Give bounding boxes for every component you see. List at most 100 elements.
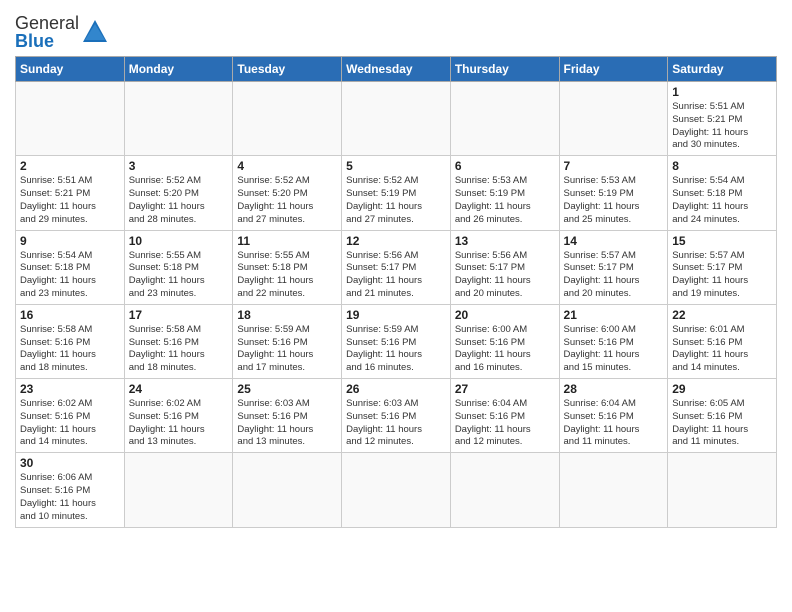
day-info: Sunrise: 6:03 AM Sunset: 5:16 PM Dayligh… [346, 398, 446, 449]
day-cell [233, 82, 342, 156]
day-cell [342, 453, 451, 527]
day-cell: 9 Sunrise: 5:54 AM Sunset: 5:18 PM Daylig… [16, 230, 125, 304]
week-row-6: 30 Sunrise: 6:06 AM Sunset: 5:16 PM Dayli… [16, 453, 777, 527]
day-info: Sunrise: 5:56 AM Sunset: 5:17 PM Dayligh… [346, 250, 446, 301]
day-number: 5 [346, 159, 446, 173]
week-row-5: 23 Sunrise: 6:02 AM Sunset: 5:16 PM Dayli… [16, 379, 777, 453]
day-cell [342, 82, 451, 156]
day-number: 1 [672, 85, 772, 99]
day-cell: 28Sunrise: 6:04 AM Sunset: 5:16 PM Dayli… [559, 379, 668, 453]
day-info: Sunrise: 5:53 AM Sunset: 5:19 PM Dayligh… [564, 175, 664, 226]
day-number: 3 [129, 159, 229, 173]
header-row: SundayMondayTuesdayWednesdayThursdayFrid… [16, 57, 777, 82]
day-info: Sunrise: 6:04 AM Sunset: 5:16 PM Dayligh… [564, 398, 664, 449]
day-info: Sunrise: 6:00 AM Sunset: 5:16 PM Dayligh… [455, 324, 555, 375]
header-day-saturday: Saturday [668, 57, 777, 82]
day-info: Sunrise: 5:57 AM Sunset: 5:17 PM Dayligh… [672, 250, 772, 301]
day-cell: 20 Sunrise: 6:00 AM Sunset: 5:16 PM Dayli… [450, 304, 559, 378]
week-row-3: 9 Sunrise: 5:54 AM Sunset: 5:18 PM Daylig… [16, 230, 777, 304]
day-number: 18 [237, 308, 337, 322]
day-cell: 1 Sunrise: 5:51 AM Sunset: 5:21 PM Daylig… [668, 82, 777, 156]
day-cell: 21 Sunrise: 6:00 AM Sunset: 5:16 PM Dayli… [559, 304, 668, 378]
logo-general: General [15, 13, 79, 33]
header-day-monday: Monday [124, 57, 233, 82]
calendar: SundayMondayTuesdayWednesdayThursdayFrid… [15, 56, 777, 528]
header-day-tuesday: Tuesday [233, 57, 342, 82]
day-cell: 23Sunrise: 6:02 AM Sunset: 5:16 PM Dayli… [16, 379, 125, 453]
day-info: Sunrise: 5:51 AM Sunset: 5:21 PM Dayligh… [20, 175, 120, 226]
page: General Blue SundayMondayTuesdayWednesda… [0, 0, 792, 612]
day-number: 21 [564, 308, 664, 322]
day-cell: 5 Sunrise: 5:52 AM Sunset: 5:19 PM Daylig… [342, 156, 451, 230]
day-info: Sunrise: 5:52 AM Sunset: 5:19 PM Dayligh… [346, 175, 446, 226]
day-cell: 8Sunrise: 5:54 AM Sunset: 5:18 PM Daylig… [668, 156, 777, 230]
logo-icon [81, 18, 109, 46]
day-number: 29 [672, 382, 772, 396]
day-cell: 12 Sunrise: 5:56 AM Sunset: 5:17 PM Dayli… [342, 230, 451, 304]
day-number: 24 [129, 382, 229, 396]
day-number: 8 [672, 159, 772, 173]
calendar-body: 1 Sunrise: 5:51 AM Sunset: 5:21 PM Daylig… [16, 82, 777, 528]
day-number: 10 [129, 234, 229, 248]
day-number: 22 [672, 308, 772, 322]
day-cell [124, 453, 233, 527]
day-number: 13 [455, 234, 555, 248]
day-info: Sunrise: 5:58 AM Sunset: 5:16 PM Dayligh… [20, 324, 120, 375]
day-cell: 27Sunrise: 6:04 AM Sunset: 5:16 PM Dayli… [450, 379, 559, 453]
day-number: 12 [346, 234, 446, 248]
day-cell: 7 Sunrise: 5:53 AM Sunset: 5:19 PM Daylig… [559, 156, 668, 230]
day-cell [16, 82, 125, 156]
day-cell [559, 82, 668, 156]
day-number: 26 [346, 382, 446, 396]
day-cell: 11Sunrise: 5:55 AM Sunset: 5:18 PM Dayli… [233, 230, 342, 304]
day-number: 25 [237, 382, 337, 396]
day-cell [450, 82, 559, 156]
day-info: Sunrise: 6:01 AM Sunset: 5:16 PM Dayligh… [672, 324, 772, 375]
day-info: Sunrise: 6:00 AM Sunset: 5:16 PM Dayligh… [564, 324, 664, 375]
day-cell: 16Sunrise: 5:58 AM Sunset: 5:16 PM Dayli… [16, 304, 125, 378]
day-info: Sunrise: 5:54 AM Sunset: 5:18 PM Dayligh… [20, 250, 120, 301]
day-cell: 30 Sunrise: 6:06 AM Sunset: 5:16 PM Dayli… [16, 453, 125, 527]
day-cell: 4Sunrise: 5:52 AM Sunset: 5:20 PM Daylig… [233, 156, 342, 230]
day-number: 20 [455, 308, 555, 322]
day-cell [233, 453, 342, 527]
day-number: 14 [564, 234, 664, 248]
day-info: Sunrise: 6:02 AM Sunset: 5:16 PM Dayligh… [129, 398, 229, 449]
day-info: Sunrise: 5:59 AM Sunset: 5:16 PM Dayligh… [346, 324, 446, 375]
day-info: Sunrise: 5:51 AM Sunset: 5:21 PM Dayligh… [672, 101, 772, 152]
day-number: 17 [129, 308, 229, 322]
day-number: 23 [20, 382, 120, 396]
day-cell: 18 Sunrise: 5:59 AM Sunset: 5:16 PM Dayli… [233, 304, 342, 378]
day-number: 30 [20, 456, 120, 470]
day-info: Sunrise: 5:55 AM Sunset: 5:18 PM Dayligh… [129, 250, 229, 301]
header-area: General Blue [15, 10, 777, 50]
day-cell [450, 453, 559, 527]
header-day-thursday: Thursday [450, 57, 559, 82]
day-number: 27 [455, 382, 555, 396]
day-cell: 24 Sunrise: 6:02 AM Sunset: 5:16 PM Dayli… [124, 379, 233, 453]
day-cell: 15Sunrise: 5:57 AM Sunset: 5:17 PM Dayli… [668, 230, 777, 304]
day-number: 19 [346, 308, 446, 322]
day-info: Sunrise: 5:58 AM Sunset: 5:16 PM Dayligh… [129, 324, 229, 375]
day-info: Sunrise: 5:52 AM Sunset: 5:20 PM Dayligh… [237, 175, 337, 226]
logo-text: General Blue [15, 14, 79, 50]
day-number: 7 [564, 159, 664, 173]
day-info: Sunrise: 5:56 AM Sunset: 5:17 PM Dayligh… [455, 250, 555, 301]
day-info: Sunrise: 5:52 AM Sunset: 5:20 PM Dayligh… [129, 175, 229, 226]
day-info: Sunrise: 5:59 AM Sunset: 5:16 PM Dayligh… [237, 324, 337, 375]
day-cell: 10 Sunrise: 5:55 AM Sunset: 5:18 PM Dayli… [124, 230, 233, 304]
day-cell: 19 Sunrise: 5:59 AM Sunset: 5:16 PM Dayli… [342, 304, 451, 378]
header-day-friday: Friday [559, 57, 668, 82]
day-number: 6 [455, 159, 555, 173]
week-row-2: 2Sunrise: 5:51 AM Sunset: 5:21 PM Daylig… [16, 156, 777, 230]
day-cell: 6 Sunrise: 5:53 AM Sunset: 5:19 PM Daylig… [450, 156, 559, 230]
day-cell: 26 Sunrise: 6:03 AM Sunset: 5:16 PM Dayli… [342, 379, 451, 453]
day-info: Sunrise: 5:53 AM Sunset: 5:19 PM Dayligh… [455, 175, 555, 226]
logo: General Blue [15, 14, 109, 50]
day-cell: 29Sunrise: 6:05 AM Sunset: 5:16 PM Dayli… [668, 379, 777, 453]
calendar-header: SundayMondayTuesdayWednesdayThursdayFrid… [16, 57, 777, 82]
day-cell: 14Sunrise: 5:57 AM Sunset: 5:17 PM Dayli… [559, 230, 668, 304]
day-info: Sunrise: 6:06 AM Sunset: 5:16 PM Dayligh… [20, 472, 120, 523]
day-number: 9 [20, 234, 120, 248]
day-cell: 13 Sunrise: 5:56 AM Sunset: 5:17 PM Dayli… [450, 230, 559, 304]
